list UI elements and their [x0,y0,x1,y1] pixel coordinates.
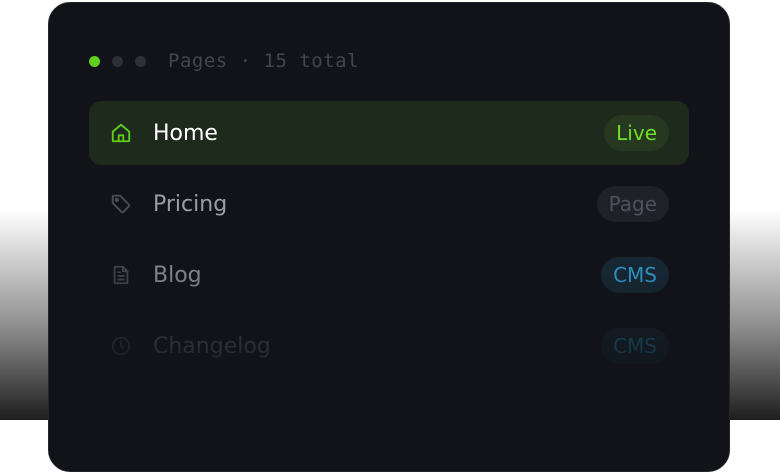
pages-list: Home Live Pricing Page Blog CMS Changelo… [89,101,689,385]
page-item-home[interactable]: Home Live [89,101,689,165]
page-item-label: Changelog [153,333,271,359]
tag-icon [109,192,133,216]
status-dot-gray [112,55,123,67]
pages-panel: Pages · 15 total Home Live Pricing Page … [48,2,730,472]
type-badge: CMS [601,328,669,364]
page-item-blog[interactable]: Blog CMS [89,243,689,307]
type-badge: Page [596,186,669,222]
page-item-label: Home [153,120,218,146]
status-dot-green [89,55,100,67]
status-badge: Live [604,115,669,151]
panel-header: Pages · 15 total [89,47,359,75]
pages-count-label: Pages · 15 total [168,50,360,72]
page-item-label: Pricing [153,191,228,217]
page-item-label: Blog [153,262,202,288]
home-icon [109,121,133,145]
page-item-changelog[interactable]: Changelog CMS [89,314,689,378]
status-dot-gray [135,55,146,67]
document-icon [109,263,133,287]
type-badge: CMS [601,257,669,293]
page-item-pricing[interactable]: Pricing Page [89,172,689,236]
clock-icon [109,334,133,358]
